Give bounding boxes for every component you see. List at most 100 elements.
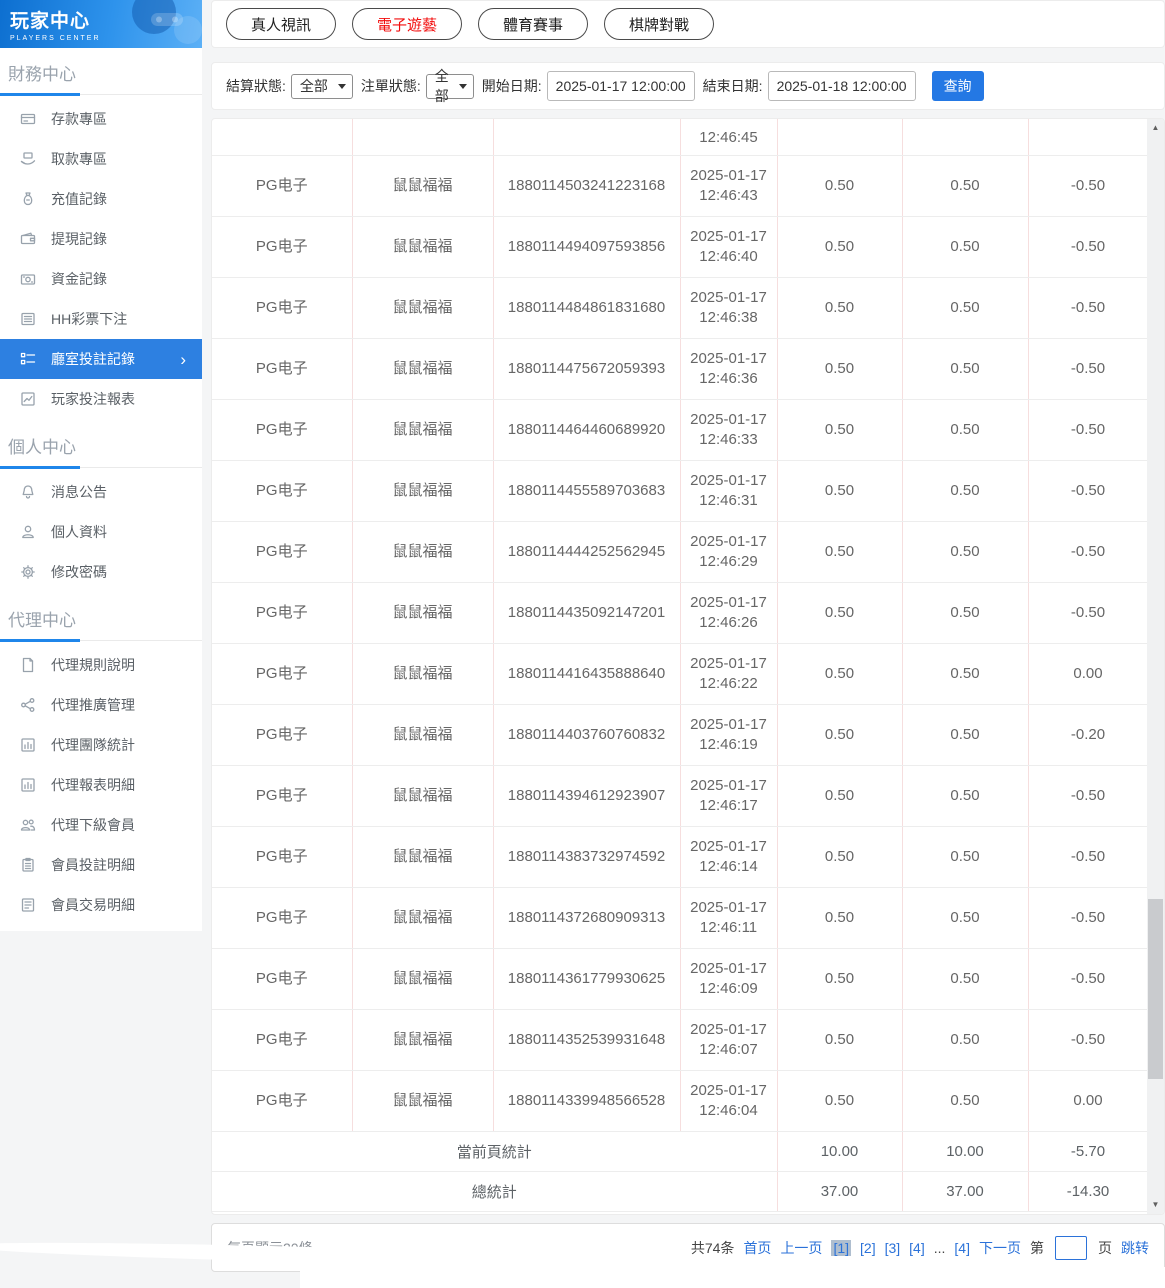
page-link[interactable]: [3]	[885, 1240, 901, 1256]
order-number-cell: 1880114435092147201	[493, 582, 681, 644]
table-row: PG电子 鼠鼠福福 1880114361779930625 2025-01-17 12:…	[212, 948, 1149, 1010]
page-jump-input[interactable]	[1055, 1235, 1087, 1260]
person-icon	[20, 524, 36, 540]
withdraw-hand-icon	[20, 151, 36, 167]
app-title: 玩家中心	[10, 11, 91, 32]
sidebar-item[interactable]: 存款專區	[0, 99, 202, 139]
provider-cell: PG电子	[212, 765, 353, 827]
tab-button[interactable]: 電子遊藝	[352, 8, 463, 40]
sidebar-item[interactable]: 個人資料	[0, 512, 202, 552]
cell	[212, 119, 353, 156]
sidebar-item-label: 存款專區	[51, 111, 107, 127]
bet-time-cell: 2025-01-17 12:46:36	[680, 338, 778, 400]
next-page-link[interactable]: 下一页	[979, 1238, 1021, 1258]
chevron-right-icon: ›	[180, 349, 186, 369]
table-row: PG电子 鼠鼠福福 1880114503241223168 2025-01-17 12:…	[212, 155, 1149, 217]
amount-cell: 0.50	[902, 704, 1029, 766]
amount-cell: -0.50	[1028, 399, 1149, 461]
filter-bar: 結算狀態: 全部 注單狀態: 全部 開始日期: 結束日期: 查詢	[211, 62, 1165, 110]
tab-button[interactable]: 真人視訊	[226, 8, 337, 40]
tail-page-link[interactable]: [4]	[954, 1240, 970, 1256]
jump-button[interactable]: 跳转	[1121, 1238, 1149, 1258]
game-name-cell: 鼠鼠福福	[352, 338, 494, 400]
bet-time-cell: 2025-01-17 12:46:33	[680, 399, 778, 461]
sidebar-item[interactable]: 代理報表明細	[0, 765, 202, 805]
sidebar-item-label: 個人資料	[51, 524, 107, 540]
amount-cell: 0.50	[902, 460, 1029, 522]
end-date-input[interactable]	[767, 71, 916, 101]
sidebar-item[interactable]: 資金記錄	[0, 259, 202, 299]
game-name-cell: 鼠鼠福福	[352, 643, 494, 705]
sidebar-item[interactable]: 廳室投註記錄 ›	[0, 339, 202, 379]
order-number-cell: 1880114494097593856	[493, 216, 681, 278]
sidebar-item[interactable]: 代理團隊統計	[0, 725, 202, 765]
first-page-link[interactable]: 首页	[743, 1238, 771, 1258]
provider-cell: PG电子	[212, 643, 353, 705]
game-name-cell: 鼠鼠福福	[352, 399, 494, 461]
sidebar-item[interactable]: HH彩票下注	[0, 299, 202, 339]
amount-cell: 0.50	[777, 826, 903, 888]
sidebar-item[interactable]: 代理推廣管理	[0, 685, 202, 725]
scroll-up-arrow-icon[interactable]: ▲	[1147, 120, 1164, 136]
summary-amount-cell: -5.70	[1028, 1131, 1149, 1172]
sidebar-item[interactable]: 取款專區	[0, 139, 202, 179]
users-icon	[20, 817, 36, 833]
amount-cell: 0.50	[777, 887, 903, 949]
page-ellipsis: ...	[933, 1239, 946, 1256]
start-date-input[interactable]	[546, 71, 695, 101]
bet-time-cell: 2025-01-17 12:46:19	[680, 704, 778, 766]
deposit-card-icon	[20, 111, 36, 127]
amount-cell: 0.50	[777, 460, 903, 522]
game-name-cell: 鼠鼠福福	[352, 826, 494, 888]
table-row: PG电子 鼠鼠福福 1880114435092147201 2025-01-17 12:…	[212, 582, 1149, 644]
order-number-cell: 1880114352539931648	[493, 1009, 681, 1071]
bet-time-cell: 2025-01-17 12:46:22	[680, 643, 778, 705]
sidebar-item[interactable]: 代理規則說明	[0, 645, 202, 685]
sidebar-item-label: 玩家投注報表	[51, 391, 135, 407]
table-row-partial: 12:46:45	[212, 119, 1149, 156]
sidebar: 玩家中心 PLAYERS CENTER 財務中心 存款專區 取款專區 充值記錄 提現記錄…	[0, 0, 202, 931]
sidebar-item[interactable]: 充值記錄	[0, 179, 202, 219]
order-status-select[interactable]: 全部	[425, 68, 474, 104]
bet-time-cell: 2025-01-17 12:46:43	[680, 155, 778, 217]
bet-time-cell: 2025-01-17 12:46:17	[680, 765, 778, 827]
table-row: PG电子 鼠鼠福福 1880114416435888640 2025-01-17 12:…	[212, 643, 1149, 705]
vertical-scrollbar[interactable]: ▲ ▼	[1147, 119, 1164, 1214]
settle-status-select[interactable]: 全部	[290, 73, 353, 99]
page-link[interactable]: [2]	[860, 1240, 876, 1256]
scroll-down-arrow-icon[interactable]: ▼	[1147, 1197, 1164, 1213]
prev-page-link[interactable]: 上一页	[780, 1238, 822, 1258]
bet-time-cell: 2025-01-17 12:46:26	[680, 582, 778, 644]
order-number-cell: 1880114339948566528	[493, 1070, 681, 1132]
sidebar-item[interactable]: 玩家投注報表	[0, 379, 202, 419]
sidebar-item-label: 代理團隊統計	[51, 737, 135, 753]
sidebar-section-title: 個人中心	[0, 421, 202, 469]
sidebar-section-title: 財務中心	[0, 48, 202, 96]
scrollbar-thumb[interactable]	[1148, 899, 1163, 1079]
sidebar-item[interactable]: 提現記錄	[0, 219, 202, 259]
game-name-cell: 鼠鼠福福	[352, 460, 494, 522]
sidebar-item-label: 充值記錄	[51, 191, 107, 207]
tab-button[interactable]: 棋牌對戰	[604, 8, 715, 40]
sidebar-item[interactable]: 代理下級會員	[0, 805, 202, 845]
sidebar-section-items: 消息公告個人資料修改密碼	[0, 468, 202, 594]
amount-cell: 0.00	[1028, 643, 1149, 705]
amount-cell: -0.50	[1028, 887, 1149, 949]
page-link[interactable]: [4]	[909, 1240, 925, 1256]
amount-cell: -0.50	[1028, 521, 1149, 583]
search-button[interactable]: 查詢	[931, 71, 984, 101]
amount-cell: 0.50	[902, 948, 1029, 1010]
summary-amount-cell: 10.00	[902, 1131, 1029, 1172]
sidebar-item[interactable]: 會員交易明細	[0, 885, 202, 925]
sidebar-item[interactable]: 修改密碼	[0, 552, 202, 592]
amount-cell: 0.50	[777, 948, 903, 1010]
table-row: PG电子 鼠鼠福福 1880114464460689920 2025-01-17 12:…	[212, 399, 1149, 461]
sidebar-item[interactable]: 會員投註明細	[0, 845, 202, 885]
page-link[interactable]: [1]	[831, 1239, 852, 1256]
order-number-cell: 1880114372680909313	[493, 887, 681, 949]
tab-button[interactable]: 體育賽事	[478, 8, 589, 40]
game-name-cell: 鼠鼠福福	[352, 582, 494, 644]
sidebar-item[interactable]: 消息公告	[0, 472, 202, 512]
summary-amount-cell: 37.00	[777, 1171, 903, 1212]
amount-cell: -0.50	[1028, 1009, 1149, 1071]
